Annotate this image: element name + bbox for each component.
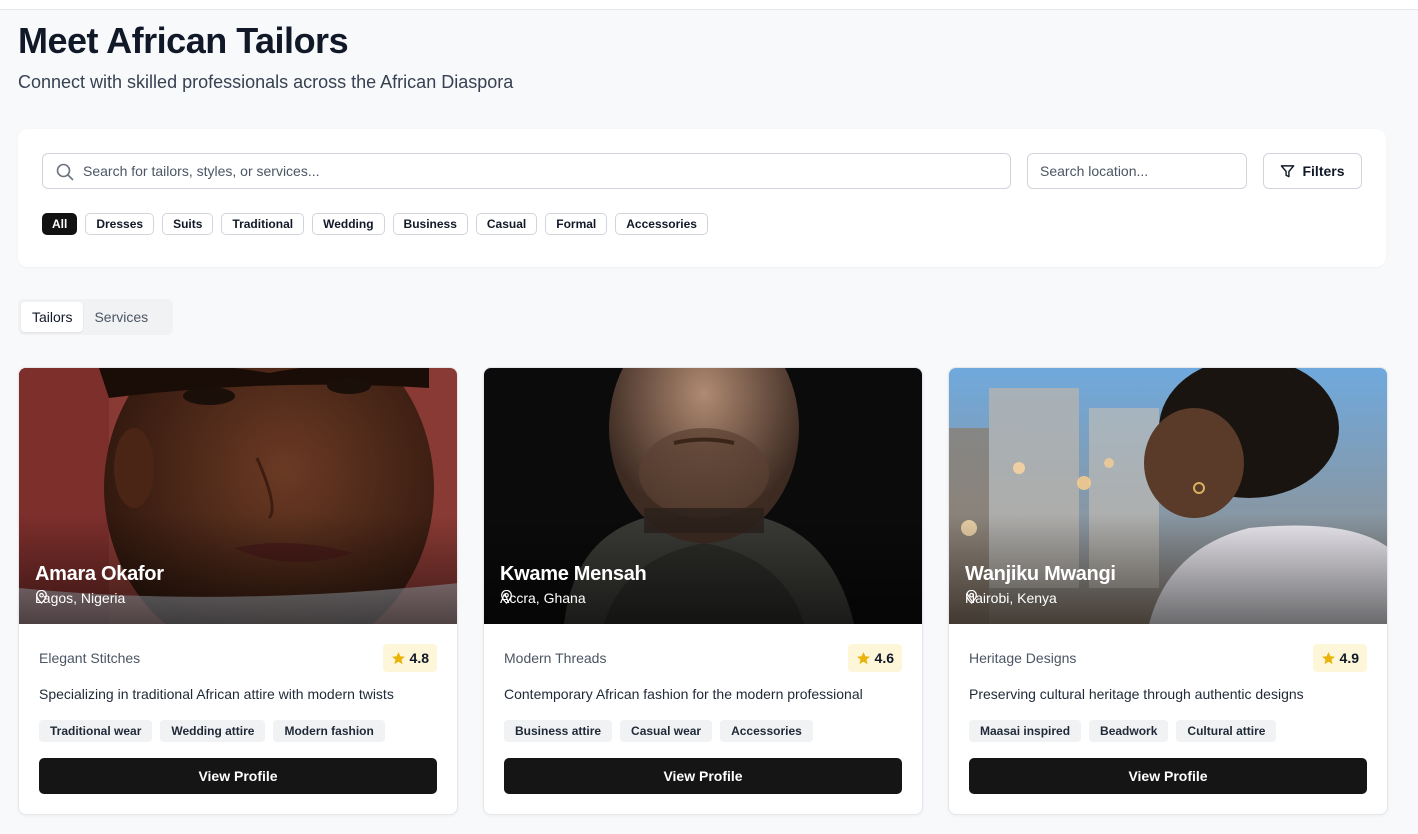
specialty-tag: Casual wear xyxy=(620,720,713,742)
rating-value: 4.6 xyxy=(874,650,894,666)
location-input[interactable] xyxy=(1040,154,1240,188)
search-icon xyxy=(56,163,74,181)
tailor-photo: Amara Okafor Lagos, Nigeria xyxy=(19,368,457,624)
category-chip-traditional[interactable]: Traditional xyxy=(221,213,305,235)
location-box[interactable] xyxy=(1027,153,1247,189)
filters-label: Filters xyxy=(1302,163,1345,179)
specialty-tag: Beadwork xyxy=(1089,720,1169,742)
tailor-card: Wanjiku Mwangi Nairobi, Kenya Heritage D… xyxy=(948,367,1388,815)
business-name: Modern Threads xyxy=(504,650,607,666)
rating-badge: 4.8 xyxy=(382,644,437,672)
search-panel: Filters All Dresses Suits Traditional We… xyxy=(18,129,1386,267)
view-profile-button[interactable]: View Profile xyxy=(39,758,437,794)
tailor-name: Kwame Mensah xyxy=(500,563,647,585)
tailor-photo: Wanjiku Mwangi Nairobi, Kenya xyxy=(949,368,1387,624)
view-tabs: Tailors Services xyxy=(18,299,173,335)
search-input[interactable] xyxy=(83,154,983,188)
tab-tailors[interactable]: Tailors xyxy=(21,302,84,332)
filters-button[interactable]: Filters xyxy=(1263,153,1362,189)
rating-value: 4.9 xyxy=(1339,650,1359,666)
specialty-tags: Maasai inspired Beadwork Cultural attire xyxy=(969,720,1277,742)
tailor-location: Accra, Ghana xyxy=(500,590,586,606)
map-pin-icon xyxy=(501,590,512,604)
tailor-description: Contemporary African fashion for the mod… xyxy=(504,686,863,702)
tailor-card: Kwame Mensah Accra, Ghana Modern Threads… xyxy=(483,367,923,815)
page-subtitle: Connect with skilled professionals acros… xyxy=(18,72,514,92)
tailor-location: Lagos, Nigeria xyxy=(35,590,125,606)
tailor-photo: Kwame Mensah Accra, Ghana xyxy=(484,368,922,624)
tailor-card: Amara Okafor Lagos, Nigeria Elegant Stit… xyxy=(18,367,458,815)
specialty-tag: Business attire xyxy=(504,720,613,742)
category-chip-accessories[interactable]: Accessories xyxy=(615,213,708,235)
specialty-tag: Traditional wear xyxy=(39,720,153,742)
specialty-tag: Wedding attire xyxy=(160,720,266,742)
tailor-location: Nairobi, Kenya xyxy=(965,590,1057,606)
business-name: Heritage Designs xyxy=(969,650,1077,666)
specialty-tag: Modern fashion xyxy=(273,720,385,742)
view-profile-button[interactable]: View Profile xyxy=(504,758,902,794)
tailor-name: Wanjiku Mwangi xyxy=(965,563,1116,585)
category-chips: All Dresses Suits Traditional Wedding Bu… xyxy=(42,213,708,235)
specialty-tags: Business attire Casual wear Accessories xyxy=(504,720,813,742)
tailor-description: Specializing in traditional African atti… xyxy=(39,686,394,702)
page-title: Meet African Tailors xyxy=(18,20,349,61)
category-chip-business[interactable]: Business xyxy=(392,213,468,235)
tailor-location-text: Nairobi, Kenya xyxy=(965,590,1057,606)
tailor-location-text: Lagos, Nigeria xyxy=(35,590,126,606)
category-chip-formal[interactable]: Formal xyxy=(545,213,608,235)
filter-icon xyxy=(1281,164,1295,177)
map-pin-icon xyxy=(36,590,47,604)
category-chip-casual[interactable]: Casual xyxy=(475,213,538,235)
category-chip-suits[interactable]: Suits xyxy=(162,213,214,235)
star-icon xyxy=(1321,651,1335,664)
rating-value: 4.8 xyxy=(409,650,429,666)
category-chip-all[interactable]: All xyxy=(42,213,78,235)
star-icon xyxy=(856,651,870,664)
specialty-tag: Maasai inspired xyxy=(969,720,1082,742)
map-pin-icon xyxy=(966,590,977,604)
search-box[interactable] xyxy=(42,153,1011,189)
category-chip-wedding[interactable]: Wedding xyxy=(312,213,385,235)
tailor-description: Preserving cultural heritage through aut… xyxy=(969,686,1304,702)
rating-badge: 4.6 xyxy=(847,644,902,672)
tab-services[interactable]: Services xyxy=(83,302,159,332)
star-icon xyxy=(391,651,405,664)
specialty-tags: Traditional wear Wedding attire Modern f… xyxy=(39,720,385,742)
rating-badge: 4.9 xyxy=(1312,644,1367,672)
specialty-tag: Cultural attire xyxy=(1176,720,1277,742)
tailor-name: Amara Okafor xyxy=(35,563,164,585)
tailor-cards: Amara Okafor Lagos, Nigeria Elegant Stit… xyxy=(18,367,1388,815)
view-profile-button[interactable]: View Profile xyxy=(969,758,1367,794)
specialty-tag: Accessories xyxy=(720,720,813,742)
business-name: Elegant Stitches xyxy=(39,650,141,666)
category-chip-dresses[interactable]: Dresses xyxy=(85,213,155,235)
page-content: Meet African Tailors Connect with skille… xyxy=(18,0,1388,834)
